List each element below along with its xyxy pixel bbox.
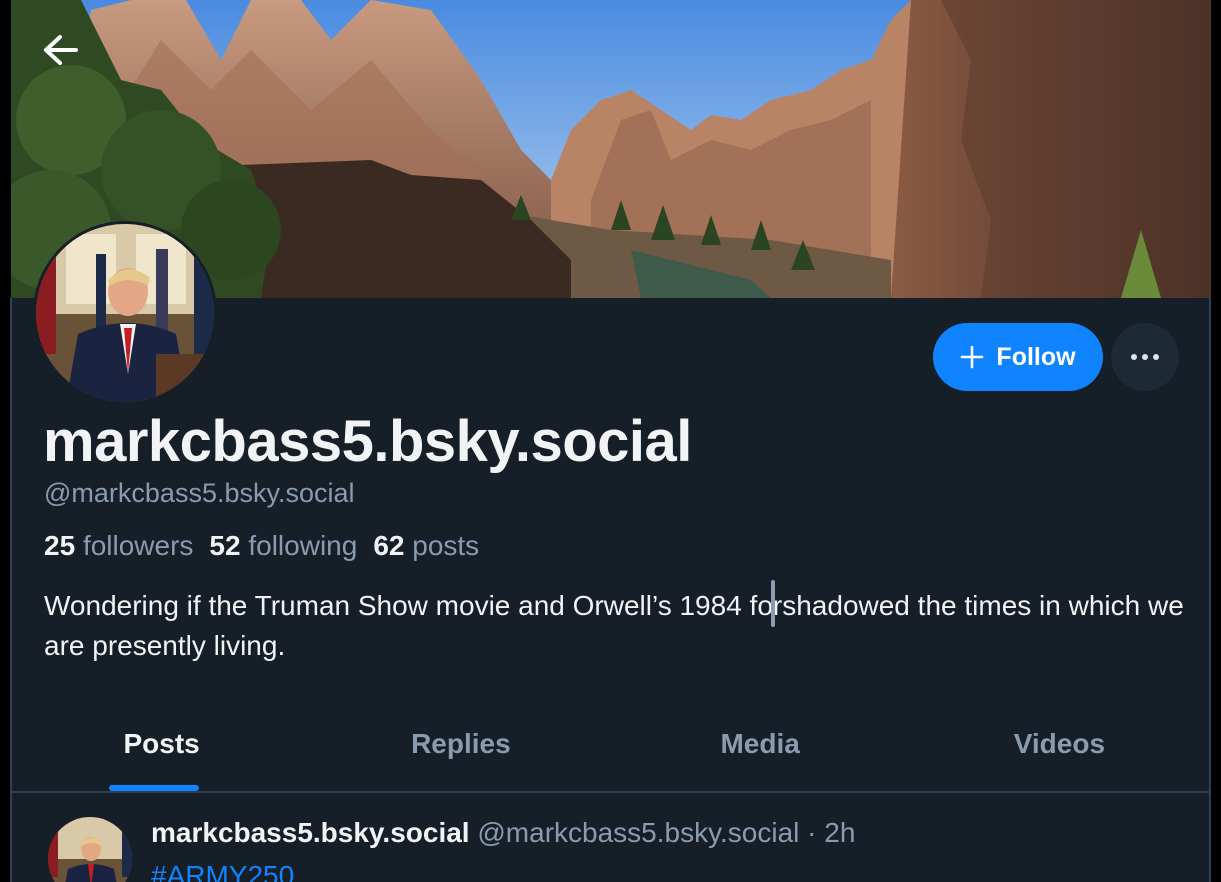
tab-videos[interactable]: Videos [910,712,1209,792]
profile-display-name: markcbass5.bsky.social [43,409,692,474]
profile-avatar[interactable] [33,221,217,405]
profile-tabs: Posts Replies Media Videos [12,712,1209,792]
tabs-divider [12,791,1209,793]
profile-screen: Follow markcbass5.bsky.social @markcbass… [0,0,1221,882]
posts-count: 62 [373,530,405,561]
profile-handle: @markcbass5.bsky.social [44,478,355,508]
back-button[interactable] [36,26,84,74]
follow-button-label: Follow [996,342,1076,371]
ellipsis-icon [1131,354,1159,360]
followers-stat[interactable]: 25 followers [44,530,193,562]
post-header: markcbass5.bsky.social @markcbass5.bsky.… [151,817,855,849]
content-border-right [1209,298,1211,882]
content-border-left [10,298,12,882]
profile-bio: Wondering if the Truman Show movie and O… [44,590,1184,661]
following-stat[interactable]: 52 following [209,530,357,562]
arrow-left-icon [44,35,78,65]
screen-edge-right [1211,0,1221,882]
plus-icon [961,345,984,369]
post-meta-separator: · [807,817,817,848]
followers-count: 25 [44,530,76,561]
profile-stats: 25 followers 52 following 62 posts [44,530,479,562]
post-timestamp[interactable]: 2h [824,817,855,848]
post-author-handle[interactable]: @markcbass5.bsky.social [477,817,799,848]
posts-stat: 62 posts [373,530,479,562]
posts-label: posts [412,530,480,561]
tab-posts[interactable]: Posts [12,712,311,792]
post-author-name[interactable]: markcbass5.bsky.social [151,817,470,848]
follow-button[interactable]: Follow [933,323,1103,391]
more-options-button[interactable] [1111,323,1179,391]
tab-replies[interactable]: Replies [311,712,610,792]
following-label: following [248,530,358,561]
post-hashtag-link[interactable]: #ARMY250 [151,860,294,882]
followers-label: followers [82,530,194,561]
text-cursor [771,580,775,627]
post-author-avatar[interactable] [48,817,132,882]
following-count: 52 [209,530,241,561]
tab-media[interactable]: Media [611,712,910,792]
